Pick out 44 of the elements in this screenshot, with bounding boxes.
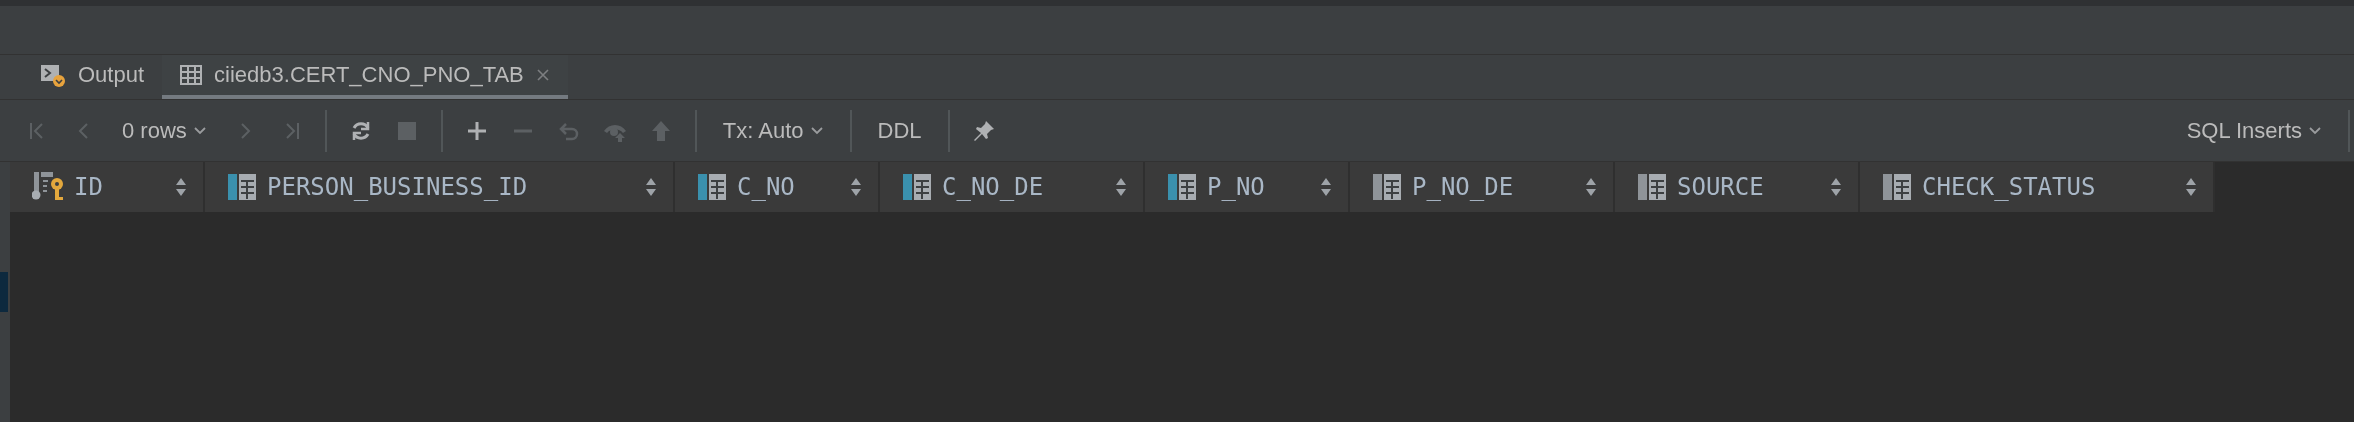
ddl-button[interactable]: DDL xyxy=(869,111,930,150)
column-header[interactable]: ID xyxy=(10,162,205,212)
column-name: PERSON_BUSINESS_ID xyxy=(267,173,529,201)
column-icon xyxy=(1637,173,1667,201)
column-name: ID xyxy=(74,173,104,201)
dropdown-button[interactable]: Tx: Auto xyxy=(714,111,832,150)
sort-icon[interactable] xyxy=(645,176,657,198)
key-column-icon xyxy=(32,172,64,202)
column-name: C_NO_DE xyxy=(942,173,1045,201)
console-icon xyxy=(40,63,66,87)
dropdown-button[interactable]: 0 rows xyxy=(114,111,215,150)
sort-icon[interactable] xyxy=(1830,176,1842,198)
indexed-column-icon xyxy=(1167,173,1197,201)
indexed-column-icon xyxy=(227,173,257,201)
sort-icon[interactable] xyxy=(1585,176,1597,198)
caret-icon xyxy=(2308,125,2322,136)
column-name: CHECK_STATUS xyxy=(1922,173,2097,201)
caret-icon xyxy=(809,125,824,136)
caret-icon xyxy=(192,125,207,136)
column-name: P_NO xyxy=(1207,173,1266,201)
column-icon xyxy=(1372,173,1402,201)
column-header[interactable]: CHECK_STATUS xyxy=(1860,162,2215,212)
sort-icon[interactable] xyxy=(175,176,187,198)
column-header[interactable]: P_NO xyxy=(1145,162,1350,212)
column-name: SOURCE xyxy=(1677,173,1765,201)
column-header[interactable]: C_NO xyxy=(675,162,880,212)
sort-icon[interactable] xyxy=(1115,176,1127,198)
sort-icon[interactable] xyxy=(850,176,862,198)
close-icon[interactable] xyxy=(535,68,550,82)
table-icon xyxy=(180,65,203,85)
column-header[interactable]: SOURCE xyxy=(1615,162,1860,212)
column-header[interactable]: PERSON_BUSINESS_ID xyxy=(205,162,675,212)
column-header[interactable]: P_NO_DE xyxy=(1350,162,1615,212)
column-header[interactable]: C_NO_DE xyxy=(880,162,1145,212)
column-icon xyxy=(1882,173,1912,201)
column-name: C_NO xyxy=(737,173,796,201)
tab[interactable]: Output xyxy=(22,55,163,99)
export-format-dropdown[interactable]: SQL Inserts xyxy=(2178,111,2330,150)
indexed-column-icon xyxy=(697,173,727,201)
sort-icon[interactable] xyxy=(1320,176,1332,198)
indexed-column-icon xyxy=(902,173,932,201)
selection-marker xyxy=(0,272,8,312)
sort-icon[interactable] xyxy=(2185,176,2197,198)
column-name: P_NO_DE xyxy=(1412,173,1515,201)
